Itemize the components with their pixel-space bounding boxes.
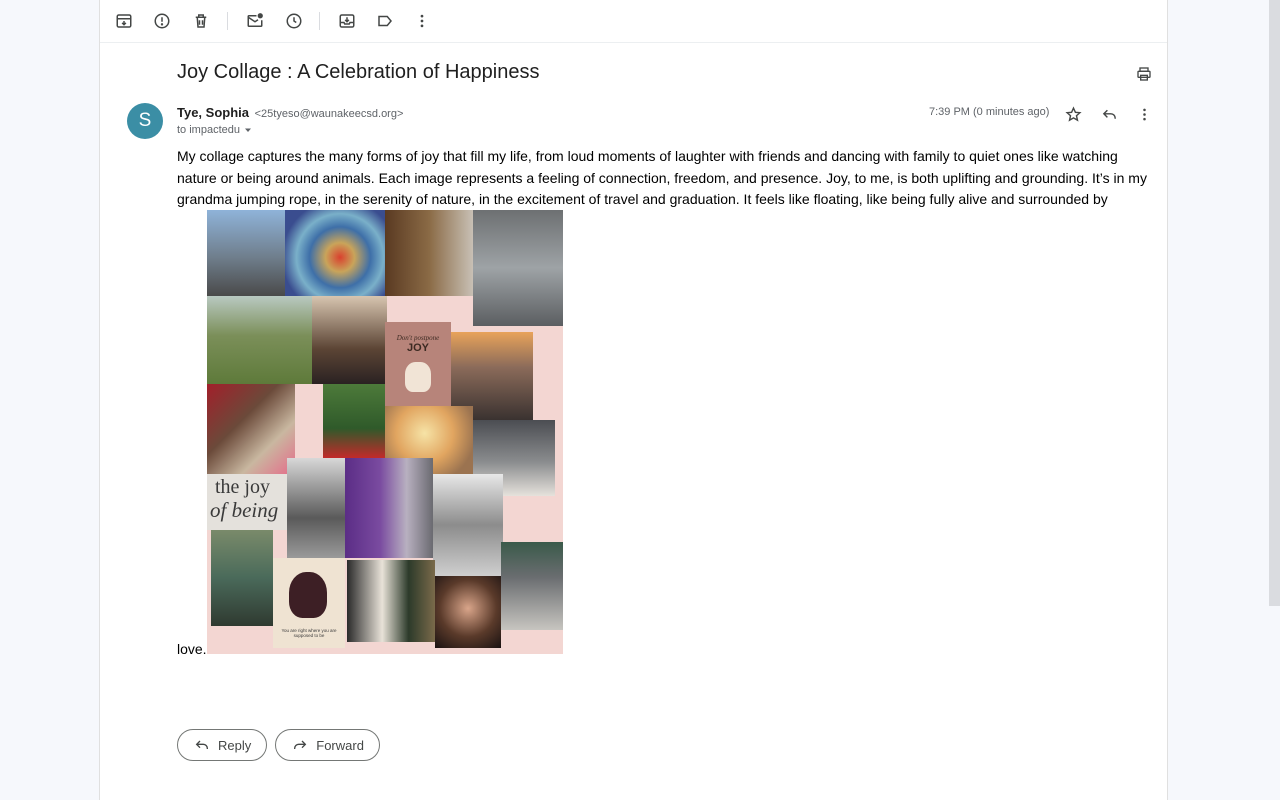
poster-line: Don't postpone <box>396 334 440 342</box>
collage-photo-balloons <box>207 384 295 474</box>
collage-photo-wedding <box>347 560 435 642</box>
collage-phrase-the-joy-of-being: the joy of being <box>207 474 287 530</box>
cat-illustration <box>289 572 327 618</box>
collage-photo-siblings <box>501 542 563 630</box>
collage-photo-party-curtain <box>473 210 563 326</box>
cat-illustration <box>405 362 431 392</box>
forward-icon <box>294 740 307 749</box>
toolbar-divider <box>319 12 320 30</box>
email-subject: Joy Collage : A Celebration of Happiness <box>177 61 540 83</box>
collage-painting-dancer <box>285 210 385 296</box>
reply-actions: Reply Forward <box>177 729 380 761</box>
more-button[interactable] <box>408 8 436 34</box>
message-more-button[interactable] <box>1133 103 1155 125</box>
label-button[interactable] <box>371 8 399 34</box>
archive-icon <box>116 14 132 28</box>
report-spam-button[interactable] <box>148 8 176 34</box>
sender-name[interactable]: Tye, Sophia <box>177 105 249 120</box>
delete-button[interactable] <box>187 8 215 34</box>
reply-icon-button[interactable] <box>1098 103 1120 125</box>
reply-button[interactable]: Reply <box>177 729 268 761</box>
snooze-icon <box>286 13 302 29</box>
email-body: My collage captures the many forms of jo… <box>177 148 1147 207</box>
poster-word: JOY <box>406 342 429 354</box>
email-closing: love. <box>177 641 207 657</box>
collage-photo-jump-rope-bw <box>433 474 503 576</box>
recipients[interactable]: to impactedu <box>177 124 253 136</box>
collage-photo-scooter <box>323 384 385 458</box>
collage-photo-meadow <box>207 296 312 384</box>
print-icon <box>1137 67 1151 81</box>
phrase-line-1: the joy <box>215 476 270 498</box>
collage-photo-friends-mural <box>207 210 285 296</box>
more-icon <box>1142 108 1146 120</box>
more-icon <box>420 14 424 28</box>
reply-button-label: Reply <box>218 737 252 753</box>
reply-icon <box>195 740 208 749</box>
forward-button-label: Forward <box>316 737 364 753</box>
snooze-button[interactable] <box>280 8 308 34</box>
message-toolbar <box>100 0 1167 43</box>
reply-icon <box>1102 109 1116 119</box>
collage-photo-doorway <box>385 210 473 296</box>
message-timestamp: 7:39 PM (0 minutes ago) <box>929 106 1050 118</box>
email-panel: Joy Collage : A Celebration of Happiness… <box>99 0 1168 800</box>
move-to-button[interactable] <box>333 8 361 34</box>
recipients-label: to impactedu <box>177 124 240 136</box>
report-spam-icon <box>154 13 170 29</box>
forward-button[interactable]: Forward <box>275 729 380 761</box>
print-button[interactable] <box>1133 64 1155 84</box>
collage-photo-graduation <box>345 458 433 558</box>
page-scrollbar[interactable] <box>1269 0 1280 606</box>
collage-cat-card: You are right where you are supposed to … <box>273 558 345 648</box>
collage-photo-hot-spring <box>211 530 273 626</box>
phrase-line-2: of being <box>210 498 279 522</box>
label-icon <box>378 15 392 27</box>
cat-caption: You are right where you are supposed to … <box>281 628 337 638</box>
star-button[interactable] <box>1062 103 1084 125</box>
collage-poster-dont-postpone-joy: Don't postpone JOY <box>385 322 451 406</box>
mark-unread-button[interactable] <box>241 8 269 34</box>
joy-collage-image[interactable]: Don't postpone JOY the joy of being You … <box>207 210 563 654</box>
star-icon <box>1064 105 1082 122</box>
toolbar-divider <box>227 12 228 30</box>
delete-icon <box>195 14 207 28</box>
archive-button[interactable] <box>110 8 138 34</box>
mark-unread-icon <box>247 13 263 27</box>
avatar[interactable]: S <box>127 103 163 139</box>
sender-email: <25tyeso@waunakeecsd.org> <box>254 108 404 120</box>
move-to-icon <box>339 14 355 28</box>
collage-photo-group <box>312 296 387 384</box>
sender-info: Tye, Sophia <25tyeso@waunakeecsd.org> <box>177 105 403 120</box>
collage-photo-dancing-bw <box>287 458 345 558</box>
collage-photo-laughing <box>435 576 501 648</box>
chevron-down-icon[interactable] <box>243 125 253 135</box>
